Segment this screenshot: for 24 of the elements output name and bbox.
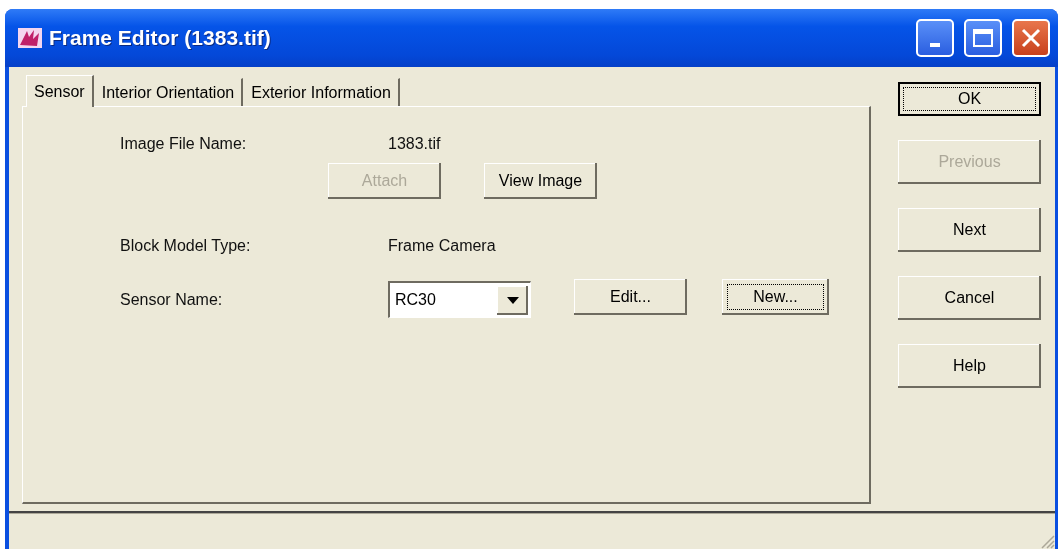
field-label: Image File Name: bbox=[120, 135, 248, 153]
sensor-dropdown[interactable]: RC30 bbox=[388, 281, 531, 318]
file-name-value: 1383.tif bbox=[388, 135, 441, 153]
app-logo-icon bbox=[17, 27, 43, 49]
window-title: Frame Editor (1383.tif) bbox=[49, 26, 272, 50]
ok-button[interactable]: OK bbox=[898, 82, 1041, 116]
tab[interactable]: Sensor bbox=[26, 75, 94, 107]
block-model-value: Frame Camera bbox=[388, 237, 496, 255]
maximize-icon bbox=[972, 28, 994, 48]
help-button[interactable]: Help bbox=[898, 344, 1041, 388]
minimize-icon bbox=[930, 43, 940, 47]
resize-grip-icon bbox=[1039, 533, 1055, 549]
maximize-button[interactable] bbox=[964, 19, 1002, 57]
dropdown-arrow-icon bbox=[506, 296, 519, 304]
cancel-button[interactable]: Cancel bbox=[898, 276, 1041, 320]
new-button[interactable]: New... bbox=[722, 278, 829, 315]
minimize-button[interactable] bbox=[916, 19, 954, 57]
field-label: Block Model Type: bbox=[120, 237, 252, 255]
view-image-button[interactable]: View Image bbox=[484, 163, 597, 199]
close-button[interactable] bbox=[1012, 19, 1050, 57]
next-button[interactable]: Next bbox=[898, 208, 1041, 252]
close-icon bbox=[1020, 27, 1042, 49]
edit-button[interactable]: Edit... bbox=[574, 278, 687, 315]
field-label: Sensor Name: bbox=[120, 290, 224, 309]
